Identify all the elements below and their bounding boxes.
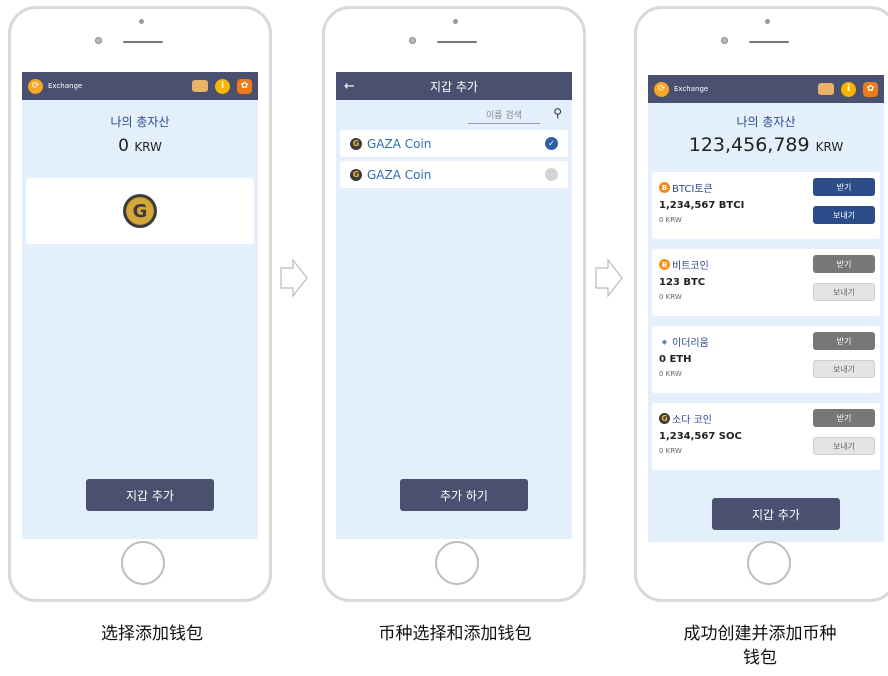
receive-button[interactable]: 받기: [813, 178, 875, 196]
asset-name: BTCI토큰: [672, 184, 713, 195]
total-assets-value: 0 KRW: [118, 136, 162, 156]
speaker: [749, 41, 789, 43]
back-arrow-icon[interactable]: ←: [344, 79, 364, 94]
add-wallet-button[interactable]: 지갑 추가: [712, 498, 840, 530]
send-button[interactable]: 보내기: [813, 283, 875, 301]
asset-krw: 0 KRW: [659, 370, 682, 378]
asset-amount: 1,234,567 BTCI: [659, 200, 745, 211]
total-assets-label: 나의 총자산: [110, 115, 170, 129]
bitcoin-icon: B: [659, 259, 670, 270]
btci-coin-icon: B: [659, 182, 670, 193]
asset-name: 비트코인: [672, 261, 709, 272]
screen-1: ⟳ Exchange i ✿ 나의 총자산 0 KRW G 지갑 추가: [22, 72, 258, 539]
arrow-right-icon: [280, 258, 308, 298]
coin-name: GAZA Coin: [367, 167, 432, 182]
search-input[interactable]: 이름 검색: [468, 108, 540, 124]
screen-3: ⟳ Exchange i ✿ 나의 총자산 123,456,789 KRW BB…: [648, 75, 884, 542]
home-button[interactable]: [435, 541, 479, 585]
send-button[interactable]: 보내기: [813, 360, 875, 378]
screen-2: ← 지갑 추가 이름 검색 ⚲ G GAZA Coin ✓ G GAZA Coi…: [336, 72, 572, 539]
asset-krw: 0 KRW: [659, 216, 682, 224]
page-title: 지갑 추가: [430, 79, 478, 94]
camera: [95, 37, 102, 44]
asset-krw: 0 KRW: [659, 293, 682, 301]
send-button[interactable]: 보내기: [813, 437, 875, 455]
gaza-coin-icon: G: [123, 194, 157, 228]
search-bar: 이름 검색 ⚲: [336, 100, 572, 126]
receive-button[interactable]: 받기: [813, 409, 875, 427]
app-title: Exchange: [48, 82, 83, 90]
caption-step-3-line-2: 钱包: [743, 648, 777, 668]
total-assets-label: 나의 총자산: [736, 115, 796, 129]
info-icon[interactable]: i: [215, 78, 230, 94]
phone-frame-2: ← 지갑 추가 이름 검색 ⚲ G GAZA Coin ✓ G GAZA Coi…: [322, 6, 586, 602]
app-title: Exchange: [674, 85, 709, 93]
asset-amount: 123 BTC: [659, 277, 706, 288]
add-wallet-button[interactable]: 지갑 추가: [86, 479, 214, 511]
caption-step-3-line-1: 成功创建并添加币种: [683, 624, 837, 644]
home-button[interactable]: [121, 541, 165, 585]
exchange-logo-icon: ⟳: [28, 78, 43, 94]
asset-amount: 1,234,567 SOC: [659, 431, 742, 442]
soda-coin-icon: G: [659, 413, 670, 424]
asset-card-btc: B 비트코인 123 BTC 0 KRW 받기 보내기: [652, 249, 880, 316]
mail-icon[interactable]: [192, 80, 208, 92]
checkbox-unchecked[interactable]: [545, 168, 558, 181]
phone-frame-3: ⟳ Exchange i ✿ 나의 총자산 123,456,789 KRW BB…: [634, 6, 888, 602]
exchange-logo-icon: ⟳: [654, 81, 669, 97]
gear-icon[interactable]: ✿: [863, 81, 878, 97]
speaker: [437, 41, 477, 43]
sensor-dot: [139, 19, 144, 24]
gaza-coin-icon: G: [350, 168, 362, 181]
sensor-dot: [453, 19, 458, 24]
app-bar: ⟳ Exchange i ✿: [22, 72, 258, 100]
arrow-right-icon: [595, 258, 623, 298]
send-button[interactable]: 보내기: [813, 206, 875, 224]
phone-frame-1: ⟳ Exchange i ✿ 나의 총자산 0 KRW G 지갑 추가: [8, 6, 272, 602]
camera: [721, 37, 728, 44]
app-bar: ⟳ Exchange i ✿: [648, 75, 884, 103]
gear-icon[interactable]: ✿: [237, 78, 252, 94]
asset-amount: 0 ETH: [659, 354, 692, 365]
add-button[interactable]: 추가 하기: [400, 479, 528, 511]
asset-card-btci: B BTCI토큰 1,234,567 BTCI 0 KRW 받기 보내기: [652, 172, 880, 239]
app-bar: ← 지갑 추가: [336, 72, 572, 100]
asset-name: 소다 코인: [672, 415, 712, 426]
speaker: [123, 41, 163, 43]
home-button[interactable]: [747, 541, 791, 585]
caption-step-1: 选择添加钱包: [101, 624, 203, 644]
ethereum-icon: ◆: [659, 336, 670, 347]
checkbox-checked[interactable]: ✓: [545, 137, 558, 150]
coin-list-item[interactable]: G GAZA Coin ✓: [340, 130, 568, 157]
asset-name: 이더리움: [672, 338, 709, 349]
wallet-card[interactable]: G: [26, 178, 254, 244]
coin-list-item[interactable]: G GAZA Coin: [340, 161, 568, 188]
mail-icon[interactable]: [818, 83, 834, 95]
sensor-dot: [765, 19, 770, 24]
camera: [409, 37, 416, 44]
total-assets-value: 123,456,789 KRW: [688, 134, 844, 156]
receive-button[interactable]: 받기: [813, 332, 875, 350]
asset-krw: 0 KRW: [659, 447, 682, 455]
caption-step-3: 成功创建并添加币种 钱包: [640, 622, 880, 670]
receive-button[interactable]: 받기: [813, 255, 875, 273]
search-icon[interactable]: ⚲: [553, 106, 562, 120]
asset-card-soc: G 소다 코인 1,234,567 SOC 0 KRW 받기 보내기: [652, 403, 880, 470]
caption-step-2: 币种选择和添加钱包: [378, 624, 532, 644]
info-icon[interactable]: i: [841, 81, 856, 97]
asset-card-eth: ◆ 이더리움 0 ETH 0 KRW 받기 보내기: [652, 326, 880, 393]
coin-name: GAZA Coin: [367, 136, 432, 151]
gaza-coin-icon: G: [350, 137, 362, 150]
